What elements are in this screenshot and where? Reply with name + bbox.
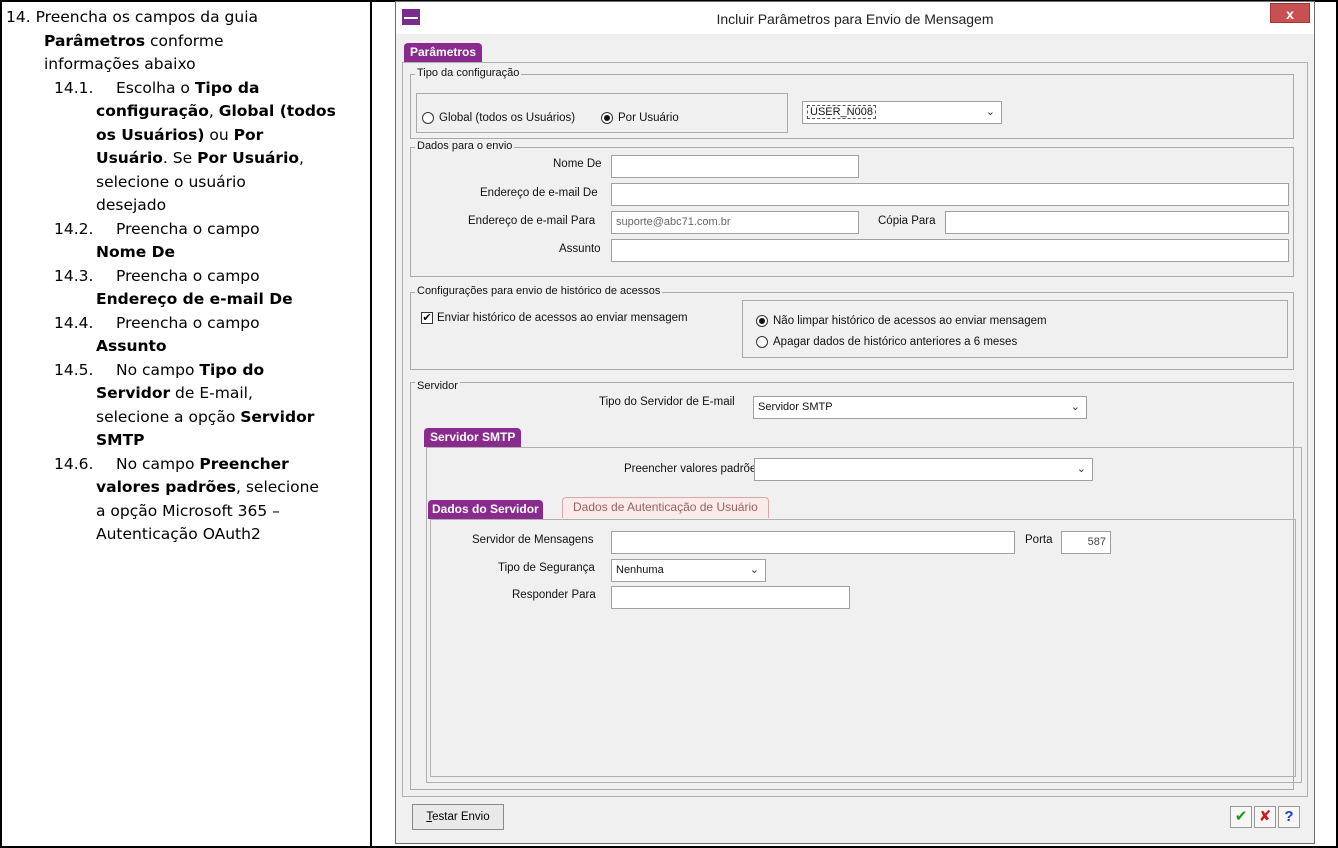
instruction-14-6: 14.6. No campo Preencher [54, 454, 289, 473]
responder-label: Responder Para [512, 589, 596, 601]
nao-limpar-label: Não limpar histórico de acessos ao envia… [773, 315, 1047, 327]
tipo-config-title: Tipo da configuração [415, 67, 522, 79]
tab-dados-servidor[interactable]: Dados do Servidor [428, 500, 543, 519]
user-select[interactable]: USER_N008 ⌄ [802, 101, 1002, 124]
seguranca-select[interactable]: Nenhuma ⌄ [611, 559, 766, 582]
assunto-input[interactable] [611, 239, 1289, 262]
instruction-14-5: 14.5. No campo Tipo do [54, 360, 265, 379]
table-divider [370, 0, 372, 848]
email-para-label: Endereço de e-mail Para [468, 215, 596, 227]
copia-para-input[interactable] [945, 211, 1289, 234]
seguranca-value: Nenhuma [616, 564, 664, 576]
tipo-servidor-value: Servidor SMTP [758, 401, 833, 413]
nome-de-label: Nome De [553, 158, 602, 170]
email-de-label: Endereço de e-mail De [480, 187, 598, 199]
por-usuario-label: Por Usuário [618, 112, 679, 124]
enviar-historico-checkbox[interactable]: ✔ [421, 312, 433, 324]
global-label: Global (todos os Usuários) [439, 112, 576, 124]
user-select-value: USER_N008 [807, 105, 876, 119]
global-radio[interactable] [422, 112, 434, 124]
instruction-14: 14. Preencha os campos da guia [6, 8, 259, 26]
email-para-input[interactable]: suporte@abc71.com.br [611, 211, 859, 234]
dados-envio-title: Dados para o envio [415, 140, 515, 152]
porta-label: Porta [1025, 534, 1053, 546]
chevron-down-icon: ⌄ [985, 106, 995, 118]
porta-input[interactable]: 587 [1061, 531, 1111, 554]
servidor-msg-input[interactable] [611, 531, 1015, 554]
help-icon[interactable]: ? [1278, 806, 1300, 828]
instruction-14-1: 14.1. Escolha o Tipo da [54, 78, 260, 97]
nao-limpar-radio[interactable] [756, 315, 768, 327]
seguranca-label: Tipo de Segurança [498, 562, 595, 574]
title-bar[interactable]: Incluir Parâmetros para Envio de Mensage… [396, 2, 1314, 34]
testar-envio-button[interactable]: Testar Envio [412, 804, 504, 830]
apagar-radio[interactable] [756, 336, 768, 348]
ok-check-icon[interactable]: ✔ [1230, 806, 1252, 828]
instruction-14-3: 14.3. Preencha o campo [54, 266, 260, 285]
chevron-down-icon: ⌄ [1076, 463, 1086, 475]
tipo-servidor-label: Tipo do Servidor de E-mail [599, 396, 735, 408]
servidor-msg-label: Servidor de Mensagens [472, 534, 594, 546]
copia-para-label: Cópia Para [878, 215, 936, 227]
dialog-window: Incluir Parâmetros para Envio de Mensage… [395, 1, 1315, 844]
por-usuario-radio[interactable] [601, 112, 613, 124]
email-de-input[interactable] [611, 183, 1289, 206]
tab-servidor-smtp[interactable]: Servidor SMTP [424, 428, 522, 447]
responder-input[interactable] [611, 586, 850, 609]
preencher-select[interactable]: ⌄ [754, 458, 1093, 481]
tab-parametros[interactable]: Parâmetros [404, 43, 483, 62]
instruction-14-4: 14.4. Preencha o campo [54, 313, 260, 332]
tipo-servidor-select[interactable]: Servidor SMTP ⌄ [753, 396, 1087, 419]
instruction-14-2: 14.2. Preencha o campo [54, 219, 260, 238]
servidor-title: Servidor [415, 380, 460, 392]
assunto-label: Assunto [559, 243, 601, 255]
historico-radio-box [742, 300, 1288, 358]
apagar-label: Apagar dados de histórico anteriores a 6… [773, 336, 1018, 348]
close-button[interactable]: x [1270, 3, 1310, 23]
historico-title: Configurações para envio de histórico de… [415, 285, 663, 297]
tab-dados-autenticacao[interactable]: Dados de Autenticação de Usuário [562, 497, 769, 518]
instructions-column: 14. Preencha os campos da guia Parâmetro… [6, 6, 366, 547]
dialog-title: Incluir Parâmetros para Envio de Mensage… [716, 11, 994, 27]
dados-servidor-panel [430, 519, 1296, 777]
enviar-historico-label: Enviar histórico de acessos ao enviar me… [437, 312, 688, 324]
chevron-down-icon: ⌄ [749, 564, 759, 576]
nome-de-input[interactable] [611, 155, 859, 178]
chevron-down-icon: ⌄ [1070, 401, 1080, 413]
preencher-label: Preencher valores padrões [624, 463, 763, 475]
cancel-x-icon[interactable]: ✘ [1254, 806, 1276, 828]
